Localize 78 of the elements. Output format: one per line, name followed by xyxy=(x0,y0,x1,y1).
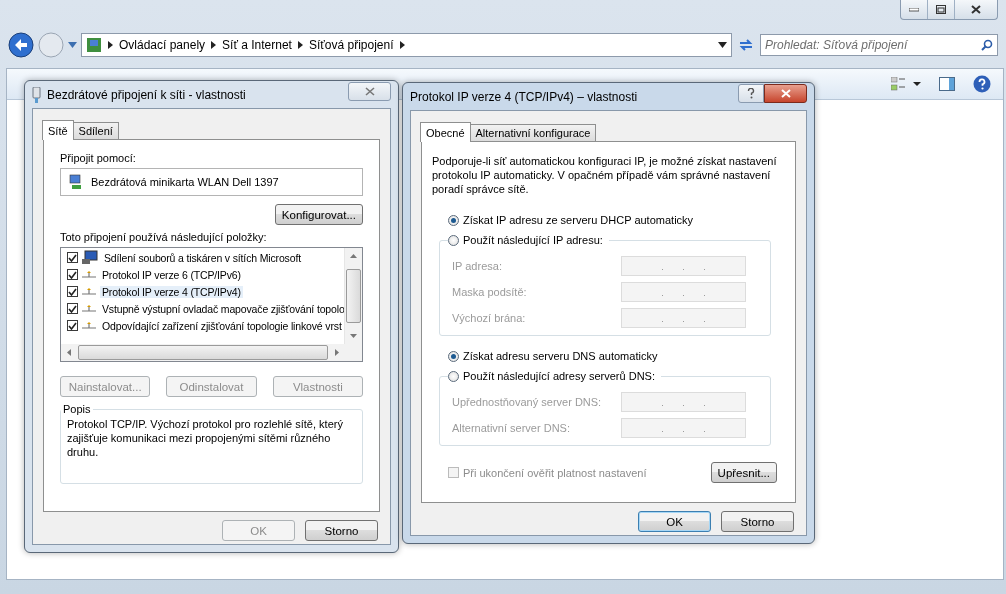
field-label: Maska podsítě: xyxy=(452,286,527,298)
ip-address-field[interactable] xyxy=(621,308,746,328)
close-button[interactable] xyxy=(764,84,807,103)
back-button[interactable] xyxy=(8,32,34,58)
intro-text: Podporuje-li síť automatickou konfiguraci IP, je možné získat nastavení protokolu IP automaticky. V opačném případě vám správné nastavení poradí správce sítě. xyxy=(432,154,778,196)
chevron-icon[interactable] xyxy=(399,41,405,49)
network-adapter-icon xyxy=(69,174,83,190)
list-item[interactable]: Odpovídající zařízení zjišťování topologie linkové vrst xyxy=(100,319,344,332)
checkbox[interactable] xyxy=(67,303,78,314)
minimize-icon xyxy=(909,7,919,12)
field-label: Výchozí brána: xyxy=(452,312,526,324)
breadcrumb-item[interactable]: Síť a Internet xyxy=(222,38,292,52)
search-field[interactable]: Prohledat: Síťová připojení xyxy=(760,34,998,56)
checkbox[interactable] xyxy=(67,286,78,297)
breadcrumb-item[interactable]: Síťová připojení xyxy=(308,38,394,52)
tab[interactable]: Alternativní konfigurace xyxy=(469,124,597,141)
ip-address-field[interactable] xyxy=(621,282,746,302)
list-item[interactable]: Vstupně výstupní ovladač mapovače zjišťování topolo xyxy=(100,302,344,315)
list-item[interactable]: Protokol IP verze 4 (TCP/IPv4) xyxy=(100,285,243,298)
scroll-down-icon[interactable] xyxy=(350,334,357,338)
close-icon xyxy=(780,89,791,98)
help-button[interactable] xyxy=(738,84,764,103)
dialog-button[interactable]: Storno xyxy=(305,520,378,541)
field-label: Připojit pomocí: xyxy=(60,152,137,164)
dns-address-field[interactable] xyxy=(621,392,746,412)
group-label: Popis xyxy=(62,403,92,415)
radio-label[interactable]: Získat adresu serveru DNS automaticky xyxy=(463,350,658,362)
dialog-button[interactable]: Storno xyxy=(721,511,794,532)
chevron-icon[interactable] xyxy=(108,41,113,49)
tab[interactable]: Sítě xyxy=(42,120,74,140)
dropdown-icon[interactable] xyxy=(718,42,727,48)
radio-button[interactable] xyxy=(448,214,459,226)
view-options-icon[interactable] xyxy=(891,77,921,91)
checkbox[interactable] xyxy=(67,252,78,263)
field-label: IP adresa: xyxy=(452,260,502,272)
tab[interactable]: Sdílení xyxy=(72,122,119,139)
preview-pane-icon[interactable] xyxy=(939,77,955,91)
horizontal-scrollbar[interactable] xyxy=(61,344,362,361)
ip-address-field[interactable] xyxy=(621,256,746,276)
vertical-scrollbar[interactable] xyxy=(344,248,362,344)
checkbox[interactable] xyxy=(67,320,78,331)
dialog-button[interactable]: OK xyxy=(638,511,711,532)
search-icon[interactable] xyxy=(981,39,993,51)
network-protocol-icon xyxy=(82,287,96,296)
field-label: Alternativní server DNS: xyxy=(452,422,570,434)
close-icon xyxy=(971,5,981,14)
chevron-icon[interactable] xyxy=(297,41,303,49)
dialog-button[interactable]: Konfigurovat... xyxy=(274,204,363,225)
breadcrumb-item[interactable]: Ovládací panely xyxy=(119,38,206,52)
tab[interactable]: Obecné xyxy=(420,122,471,142)
radio-button[interactable] xyxy=(448,234,459,246)
window-title: Bezdrátové připojení k síti - vlastnosti xyxy=(47,87,247,102)
radio-label[interactable]: Použít následující IP adresu: xyxy=(463,234,603,246)
dns-address-field[interactable] xyxy=(621,418,746,438)
field-label: Upřednostňovaný server DNS: xyxy=(452,396,602,408)
network-protocol-icon xyxy=(82,270,96,279)
network-protocol-icon xyxy=(82,304,96,313)
radio-label[interactable]: Použít následující adresy serverů DNS: xyxy=(463,370,655,382)
question-mark-icon xyxy=(747,88,755,99)
radio-label[interactable]: Získat IP adresu ze serveru DHCP automaticky xyxy=(463,214,694,226)
list-item[interactable]: Sdílení souborů a tiskáren v sítích Microsoft xyxy=(102,251,303,264)
address-bar[interactable]: Ovládací panely Síť a Internet Síťová připojení xyxy=(81,33,732,57)
list-item[interactable]: Protokol IP verze 6 (TCP/IPv6) xyxy=(100,268,243,281)
network-protocol-icon xyxy=(82,321,96,330)
scroll-up-icon[interactable] xyxy=(350,254,357,258)
chevron-icon[interactable] xyxy=(211,41,217,49)
dialog-button[interactable]: Upřesnit... xyxy=(710,462,777,483)
radio-button[interactable] xyxy=(448,370,459,382)
adapter-name: Bezdrátová minikarta WLAN Dell 1397 xyxy=(91,176,279,188)
restore-icon xyxy=(936,5,946,14)
checkbox[interactable] xyxy=(67,269,78,280)
radio-button[interactable] xyxy=(448,350,459,362)
close-icon xyxy=(364,87,375,96)
window-title: Protokol IP verze 4 (TCP/IPv4) – vlastnosti xyxy=(410,89,639,104)
computer-icon xyxy=(82,250,98,265)
description-text: Protokol TCP/IP. Výchozí protokol pro rozlehlé sítě, který zajišťuje komunikaci mezi propojenými sítěmi různého druhu. xyxy=(67,417,344,460)
list-label: Toto připojení používá následující položky: xyxy=(60,231,268,243)
help-icon[interactable] xyxy=(973,75,991,93)
